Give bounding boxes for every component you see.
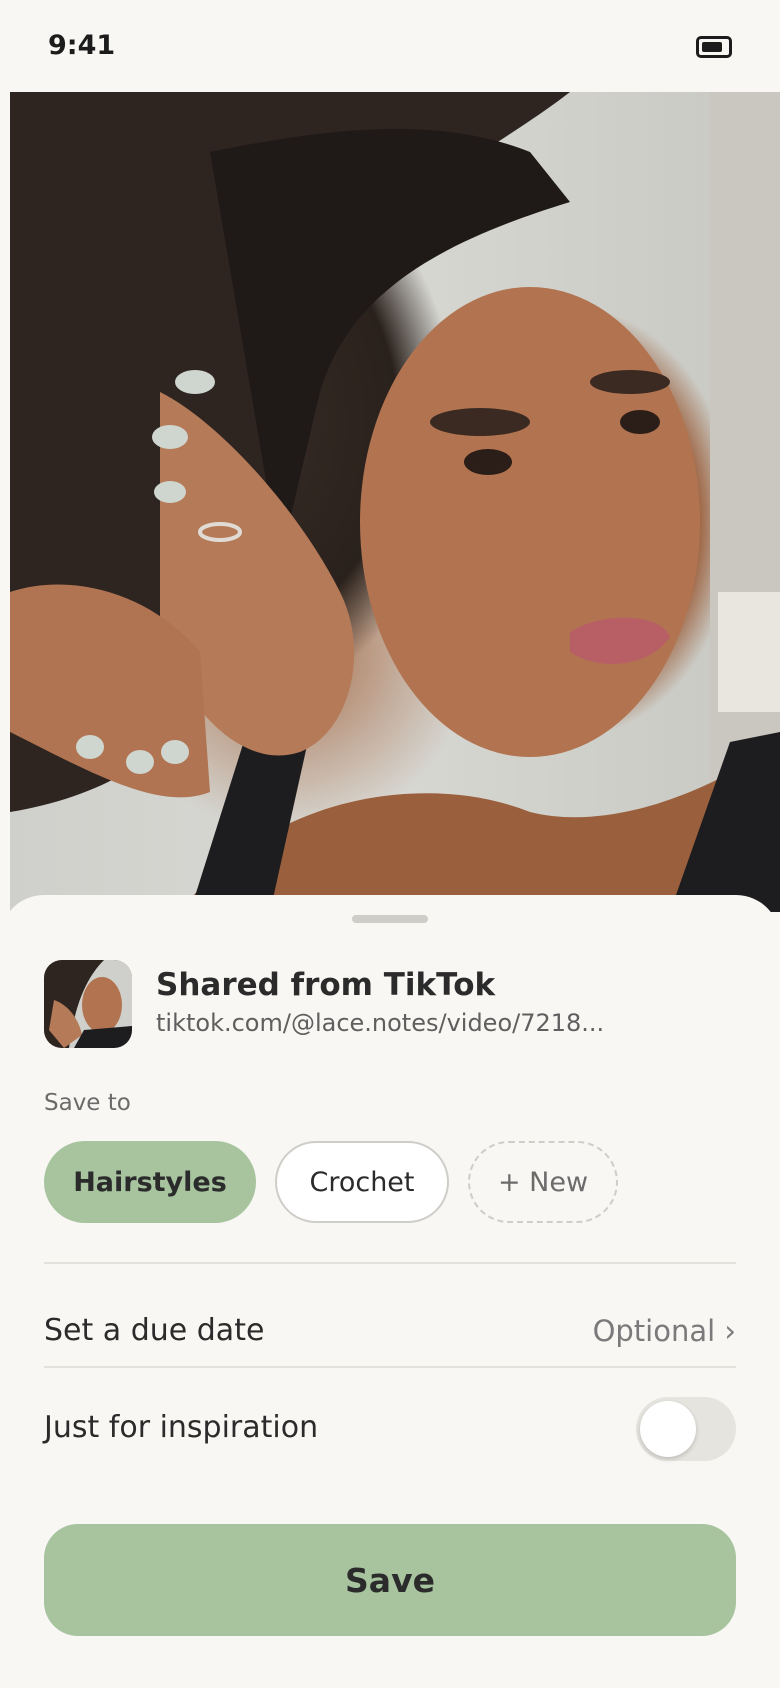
save-button-label: Save [345, 1560, 435, 1600]
due-date-label: Set a due date [44, 1313, 265, 1348]
save-to-label: Save to [44, 1090, 131, 1116]
thumbnail-illustration [44, 960, 132, 1048]
divider [44, 1366, 736, 1368]
source-url: tiktok.com/@lace.notes/video/7218... [156, 1009, 605, 1037]
new-collection-label: + New [497, 1166, 589, 1198]
inspiration-toggle[interactable] [636, 1397, 736, 1461]
collection-chip-label: Hairstyles [73, 1166, 227, 1198]
sheet-grabber[interactable] [352, 915, 428, 923]
save-button[interactable]: Save [44, 1524, 736, 1636]
source-thumbnail [44, 960, 132, 1048]
collection-chip-label: Crochet [309, 1166, 415, 1198]
due-date-value[interactable]: Optional › [593, 1314, 736, 1348]
collection-chip-hairstyles[interactable]: Hairstyles [44, 1141, 256, 1223]
new-collection-button[interactable]: + New [468, 1141, 618, 1223]
collection-chip-crochet[interactable]: Crochet [275, 1141, 449, 1223]
status-bar: 9:41 [0, 0, 780, 92]
status-time: 9:41 [48, 30, 116, 61]
divider [44, 1262, 736, 1264]
source-title: Shared from TikTok [156, 967, 496, 1003]
battery-icon [696, 36, 732, 58]
inspiration-label: Just for inspiration [44, 1410, 319, 1445]
preview-illustration [10, 92, 780, 912]
shared-video-preview [10, 92, 780, 912]
save-bottom-sheet: Shared from TikTok tiktok.com/@lace.note… [0, 895, 780, 1688]
toggle-knob [640, 1401, 696, 1457]
